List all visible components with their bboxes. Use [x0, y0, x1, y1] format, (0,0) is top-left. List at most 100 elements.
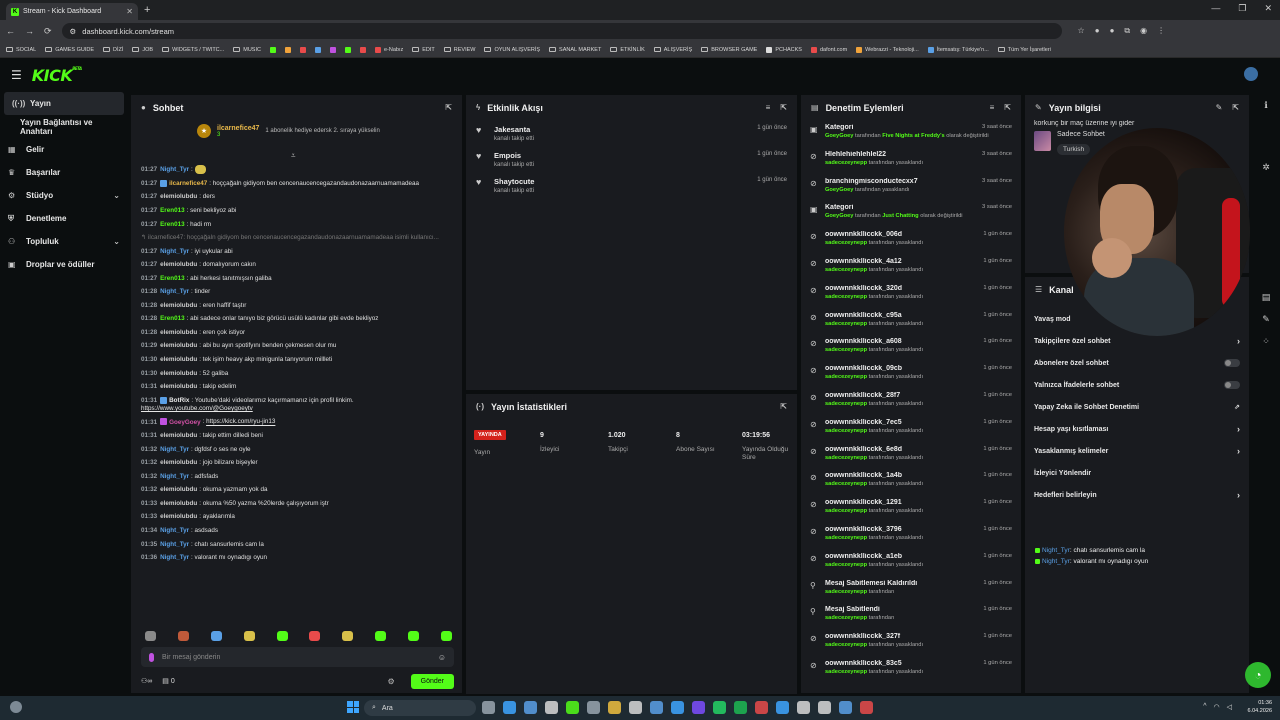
- taskbar-app-icon[interactable]: [587, 701, 600, 714]
- popout-icon[interactable]: ⇱: [445, 103, 452, 112]
- taskbar-app-icon[interactable]: [482, 701, 495, 714]
- chat-list-icon[interactable]: ▤: [1260, 292, 1272, 304]
- site-favicon-icon[interactable]: [314, 46, 321, 53]
- sidebar-item-topluluk[interactable]: ⚇ Topluluk ⌄: [0, 230, 128, 253]
- moderator-name[interactable]: sadecezeynepp: [825, 321, 867, 327]
- moderation-target[interactable]: Mesaj Sabitlemesi Kaldırıldı: [825, 580, 977, 587]
- setting-row[interactable]: İzleyici Yönlendir: [1025, 462, 1249, 484]
- message-username[interactable]: Night_Tyr: [160, 473, 189, 480]
- sidebar-item-denetleme[interactable]: ⛨ Denetleme: [0, 207, 128, 230]
- apps-icon[interactable]: ⁘: [1260, 336, 1272, 348]
- site-favicon-icon[interactable]: [329, 46, 336, 53]
- site-favicon-icon[interactable]: [269, 46, 276, 53]
- send-button[interactable]: Gönder: [410, 673, 454, 689]
- moderator-name[interactable]: sadecezeynepp: [825, 642, 867, 648]
- taskbar-app-icon[interactable]: [755, 701, 768, 714]
- message-username[interactable]: Night_Tyr: [160, 166, 189, 173]
- close-window-icon[interactable]: ✕: [1264, 3, 1272, 14]
- mini-chat-username[interactable]: Night_Tyr: [1042, 558, 1070, 565]
- moderator-name[interactable]: GoeyGoey: [825, 213, 853, 219]
- moderation-target[interactable]: oowwnnkkllicckk_6e8d: [825, 446, 977, 453]
- moderator-name[interactable]: sadecezeynepp: [825, 481, 867, 487]
- moderation-target[interactable]: oowwnnkkllicckk_83c5: [825, 660, 977, 667]
- taskbar-app-icon[interactable]: [797, 701, 810, 714]
- message-username[interactable]: Night_Tyr: [160, 554, 189, 561]
- bookmark-star-icon[interactable]: ☆: [1078, 26, 1085, 36]
- message-username[interactable]: elemiolubdu: [160, 302, 197, 309]
- message-username[interactable]: elemiolubdu: [160, 329, 197, 336]
- profile-avatar-icon[interactable]: ◉: [1140, 26, 1147, 36]
- message-username[interactable]: Night_Tyr: [160, 446, 189, 453]
- message-username[interactable]: elemiolubdu: [160, 342, 197, 349]
- taskbar-app-icon[interactable]: [671, 701, 684, 714]
- popout-icon[interactable]: ⇱: [780, 402, 787, 411]
- message-username[interactable]: elemiolubdu: [160, 459, 197, 466]
- message-username[interactable]: Night_Tyr: [160, 288, 189, 295]
- message-username[interactable]: elemiolubdu: [160, 383, 197, 390]
- moderation-target[interactable]: oowwnnkkllicckk_a608: [825, 338, 977, 345]
- emote-icon[interactable]: [440, 631, 452, 641]
- toggle-switch[interactable]: [1224, 359, 1240, 367]
- moderator-name[interactable]: sadecezeynepp: [825, 535, 867, 541]
- moderator-name[interactable]: GoeyGoey: [825, 187, 853, 193]
- message-username[interactable]: elemiolubdu: [160, 513, 197, 520]
- taskbar-app-icon[interactable]: [734, 701, 747, 714]
- bookmark-item[interactable]: JOB: [132, 47, 153, 53]
- emote-icon[interactable]: [177, 631, 189, 641]
- moderator-name[interactable]: sadecezeynepp: [825, 455, 867, 461]
- back-icon[interactable]: ←: [6, 26, 15, 36]
- moderator-name[interactable]: sadecezeynepp: [825, 669, 867, 675]
- browser-tab[interactable]: K Stream - Kick Dashboard ✕: [6, 3, 138, 20]
- bookmark-item[interactable]: DİZİ: [103, 47, 123, 53]
- moderator-name[interactable]: sadecezeynepp: [825, 589, 867, 595]
- site-favicon-icon[interactable]: [299, 46, 306, 53]
- tab-close-icon[interactable]: ✕: [126, 7, 133, 16]
- filter-icon[interactable]: ≡: [766, 103, 771, 112]
- message-username[interactable]: Night_Tyr: [160, 527, 189, 534]
- taskbar-app-icon[interactable]: [524, 701, 537, 714]
- bookmark-item[interactable]: Tüm Yer İşaretleri: [997, 47, 1051, 53]
- bookmark-item[interactable]: PCHACKS: [766, 46, 802, 53]
- moderator-name[interactable]: sadecezeynepp: [825, 374, 867, 380]
- emote-icon[interactable]: [309, 631, 321, 641]
- bookmark-item[interactable]: ALIŞVERİŞ: [653, 47, 692, 53]
- sidebar-item-yayin[interactable]: ((·)) Yayın: [4, 92, 124, 115]
- moderator-name[interactable]: sadecezeynepp: [825, 562, 867, 568]
- emote-icon[interactable]: [375, 631, 387, 641]
- moderation-target[interactable]: oowwnnkkllicckk_c95a: [825, 312, 977, 319]
- site-info-icon[interactable]: ⚙: [70, 27, 77, 36]
- setting-row[interactable]: Yapay Zeka ile Sohbet Denetimi ⇗: [1025, 396, 1249, 418]
- message-username[interactable]: elemiolubdu: [160, 432, 197, 439]
- message-username[interactable]: Night_Tyr: [160, 248, 189, 255]
- taskbar-app-icon[interactable]: [776, 701, 789, 714]
- taskbar-app-icon[interactable]: [818, 701, 831, 714]
- minimize-icon[interactable]: —: [1211, 3, 1220, 14]
- message-username[interactable]: elemiolubdu: [160, 486, 197, 493]
- message-username[interactable]: Eren013: [160, 275, 185, 282]
- taskbar-app-icon[interactable]: [566, 701, 579, 714]
- emote-icon[interactable]: [342, 631, 354, 641]
- message-username[interactable]: Night_Tyr: [160, 541, 189, 548]
- site-favicon-icon[interactable]: [344, 46, 351, 53]
- moderator-name[interactable]: sadecezeynepp: [825, 615, 867, 621]
- activity-username[interactable]: Shaytocute: [494, 177, 534, 186]
- toggle-switch[interactable]: [1224, 381, 1240, 389]
- info-icon[interactable]: ℹ: [1260, 100, 1272, 112]
- message-username[interactable]: elemiolubdu: [160, 193, 197, 200]
- bookmark-item[interactable]: REVIEW: [443, 47, 475, 53]
- sidebar-item-stream-key[interactable]: Yayın Bağlantısı ve Anahtarı: [0, 115, 128, 138]
- site-favicon-icon[interactable]: [284, 46, 291, 53]
- start-icon[interactable]: [347, 701, 359, 713]
- taskbar-app-icon[interactable]: [713, 701, 726, 714]
- moderation-target[interactable]: oowwnnkkllicckk_1a4b: [825, 472, 977, 479]
- message-username[interactable]: Eren013: [160, 207, 185, 214]
- moderator-name[interactable]: sadecezeynepp: [825, 294, 867, 300]
- extensions-menu-icon[interactable]: ⧉: [1124, 26, 1130, 36]
- moderator-name[interactable]: GoeyGoey: [825, 133, 853, 139]
- taskbar-app-icon[interactable]: [608, 701, 621, 714]
- mini-chat-username[interactable]: Night_Tyr: [1042, 547, 1070, 554]
- sidebar-item-studyo[interactable]: ⚙ Stüdyo ⌄: [0, 184, 128, 207]
- message-username[interactable]: Eren013: [160, 221, 185, 228]
- bookmark-item[interactable]: BROWSER GAME: [701, 47, 757, 53]
- chat-settings-icon[interactable]: ⚙: [387, 677, 394, 686]
